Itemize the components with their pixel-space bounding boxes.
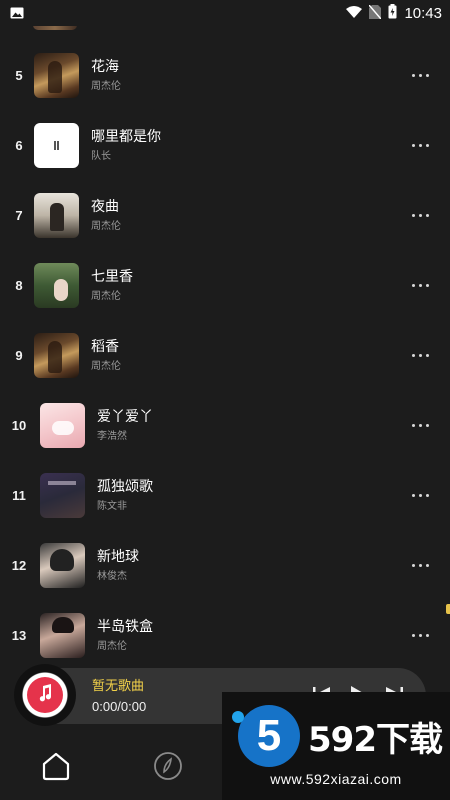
more-options-button[interactable] bbox=[400, 130, 440, 160]
wifi-icon bbox=[346, 5, 363, 21]
song-title: 花海 bbox=[91, 58, 119, 75]
album-cover bbox=[34, 332, 79, 378]
status-bar: 10:43 bbox=[0, 0, 450, 26]
nav-discover[interactable] bbox=[152, 750, 184, 782]
more-options-button[interactable] bbox=[400, 60, 440, 90]
album-cover bbox=[40, 612, 85, 658]
song-artist: 林俊杰 bbox=[97, 570, 127, 582]
more-options-button[interactable] bbox=[400, 200, 440, 230]
album-cover bbox=[40, 402, 85, 448]
song-rank: 13 bbox=[11, 627, 27, 643]
song-list[interactable]: 5 花海 周杰伦 6 哪里都是你 队长 7 夜曲 周杰伦 8 七里香 周杰伦 9 稻香 周杰伦 10 爱丫爱丫李… bbox=[0, 26, 450, 666]
song-rank: 8 bbox=[15, 277, 23, 293]
discover-icon bbox=[152, 752, 184, 786]
disc-center bbox=[27, 677, 63, 713]
song-rank: 7 bbox=[15, 207, 23, 223]
watermark-url: www.592xiazai.com bbox=[270, 771, 402, 787]
image-icon bbox=[10, 4, 24, 23]
song-row[interactable]: 13 半岛铁盒周杰伦 bbox=[0, 600, 450, 666]
scroll-indicator bbox=[446, 604, 450, 614]
more-icon bbox=[411, 73, 429, 77]
song-row[interactable]: 12 新地球林俊杰 bbox=[0, 530, 450, 600]
song-artist: 周杰伦 bbox=[91, 80, 121, 92]
more-icon bbox=[411, 353, 429, 357]
song-rank: 11 bbox=[12, 487, 26, 503]
nav-home[interactable] bbox=[40, 750, 72, 782]
song-title: 哪里都是你 bbox=[91, 128, 161, 145]
home-icon bbox=[40, 752, 72, 786]
song-title: 半岛铁盒 bbox=[97, 618, 153, 635]
more-options-button[interactable] bbox=[400, 480, 440, 510]
song-artist: 周杰伦 bbox=[91, 360, 121, 372]
song-title: 稻香 bbox=[91, 338, 119, 355]
song-title: 新地球 bbox=[97, 548, 139, 565]
no-sim-icon bbox=[368, 4, 383, 22]
song-row[interactable]: 9 稻香周杰伦 bbox=[0, 320, 450, 390]
more-icon bbox=[411, 563, 429, 567]
clock: 10:43 bbox=[404, 4, 442, 22]
album-disc[interactable] bbox=[14, 664, 76, 726]
song-row[interactable]: 6 哪里都是你队长 bbox=[0, 110, 450, 180]
more-icon bbox=[411, 213, 429, 217]
more-icon bbox=[411, 423, 429, 427]
more-icon bbox=[411, 493, 429, 497]
watermark: 5 592下载 www.592xiazai.com bbox=[222, 692, 450, 800]
song-artist: 陈文非 bbox=[97, 500, 127, 512]
watermark-logo: 5 bbox=[232, 705, 300, 767]
album-cover bbox=[34, 262, 79, 308]
song-rank: 10 bbox=[11, 417, 27, 433]
song-rank: 9 bbox=[15, 347, 23, 363]
album-cover bbox=[33, 26, 77, 30]
song-rank: 5 bbox=[15, 67, 23, 83]
song-row[interactable]: 8 七里香周杰伦 bbox=[0, 250, 450, 320]
album-cover bbox=[40, 542, 85, 588]
song-row[interactable]: 7 夜曲周杰伦 bbox=[0, 180, 450, 250]
more-options-button[interactable] bbox=[400, 550, 440, 580]
more-options-button[interactable] bbox=[400, 340, 440, 370]
more-options-button[interactable] bbox=[400, 410, 440, 440]
album-cover bbox=[40, 472, 85, 518]
song-artist: 队长 bbox=[91, 150, 111, 162]
battery-charging-icon bbox=[388, 4, 397, 22]
album-cover bbox=[34, 192, 79, 238]
song-artist: 周杰伦 bbox=[97, 640, 127, 652]
song-rank: 12 bbox=[11, 557, 27, 573]
more-icon bbox=[411, 283, 429, 287]
song-title: 爱丫爱丫 bbox=[97, 408, 153, 425]
more-options-button[interactable] bbox=[400, 270, 440, 300]
song-rank: 6 bbox=[15, 137, 23, 153]
song-artist: 李浩然 bbox=[97, 430, 127, 442]
song-title: 孤独颂歌 bbox=[97, 478, 153, 495]
album-cover bbox=[34, 52, 79, 98]
more-icon bbox=[411, 143, 429, 147]
song-title: 夜曲 bbox=[91, 198, 119, 215]
more-icon bbox=[411, 633, 429, 637]
album-cover bbox=[34, 122, 79, 168]
song-artist: 周杰伦 bbox=[91, 290, 121, 302]
song-title: 七里香 bbox=[91, 268, 133, 285]
more-options-button[interactable] bbox=[400, 620, 440, 650]
song-artist: 周杰伦 bbox=[91, 220, 121, 232]
music-note-icon bbox=[37, 684, 53, 706]
song-row[interactable]: 10 爱丫爱丫李浩然 bbox=[0, 390, 450, 460]
song-row[interactable]: 5 花海周杰伦 bbox=[0, 40, 450, 110]
song-row[interactable]: 11 孤独颂歌陈文非 bbox=[0, 460, 450, 530]
watermark-brand: 592下载 bbox=[308, 719, 443, 760]
